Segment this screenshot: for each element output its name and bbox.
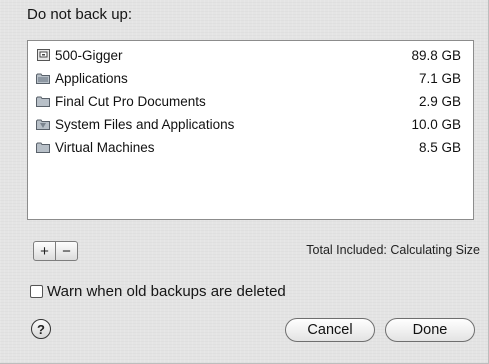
total-included-text: Total Included: Calculating Size — [306, 243, 480, 257]
item-name: 500-Gigger — [55, 47, 123, 63]
item-name: Applications — [55, 70, 128, 86]
list-item[interactable]: Virtual Machines 8.5 GB — [36, 136, 461, 158]
item-size: 8.5 GB — [418, 139, 461, 155]
done-button[interactable]: Done — [385, 318, 475, 342]
item-size: 7.1 GB — [418, 70, 461, 86]
folder-icon — [36, 72, 50, 84]
list-item[interactable]: Applications 7.1 GB — [36, 67, 461, 89]
folder-icon — [36, 118, 50, 130]
warn-checkbox-row[interactable]: Warn when old backups are deleted — [30, 283, 286, 300]
folder-icon — [36, 95, 50, 107]
folder-icon — [36, 141, 50, 153]
dialog-heading: Do not back up: — [27, 6, 133, 23]
cancel-button[interactable]: Cancel — [285, 318, 375, 342]
warn-label: Warn when old backups are deleted — [47, 283, 286, 300]
list-item[interactable]: 500-Gigger 89.8 GB — [36, 44, 461, 66]
item-name: System Files and Applications — [55, 116, 235, 132]
item-size: 2.9 GB — [418, 93, 461, 109]
add-remove-buttons: + − — [33, 241, 78, 261]
warn-checkbox[interactable] — [30, 285, 43, 298]
list-item[interactable]: System Files and Applications 10.0 GB — [36, 113, 461, 135]
item-size: 89.8 GB — [411, 47, 461, 63]
list-item[interactable]: Final Cut Pro Documents 2.9 GB — [36, 90, 461, 112]
exclusion-list[interactable]: 500-Gigger 89.8 GB Applications 7.1 GB F… — [27, 40, 474, 220]
remove-button[interactable]: − — [55, 242, 77, 260]
item-name: Final Cut Pro Documents — [55, 93, 206, 109]
item-name: Virtual Machines — [55, 139, 155, 155]
add-button[interactable]: + — [34, 242, 55, 260]
hard-drive-icon — [36, 49, 50, 61]
exclusions-dialog: Do not back up: 500-Gigger 89.8 GB Appli… — [0, 0, 489, 364]
item-size: 10.0 GB — [411, 116, 461, 132]
help-button[interactable]: ? — [31, 319, 51, 339]
